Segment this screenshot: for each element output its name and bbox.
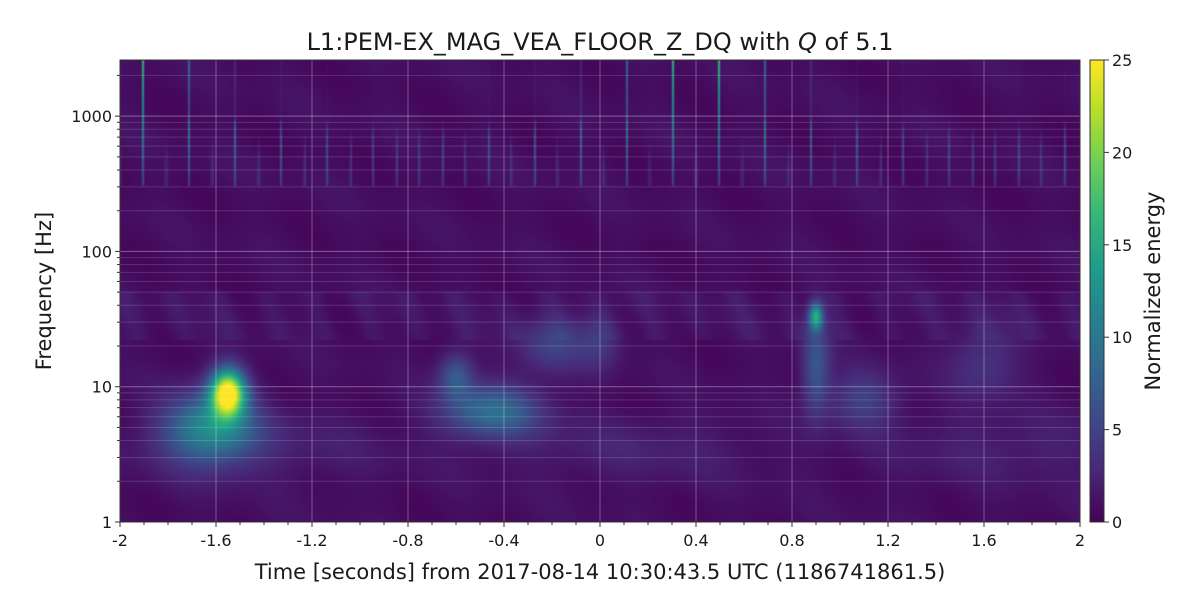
colorbar-tick-label: 20 (1112, 143, 1132, 162)
x-tick-label: -0.8 (392, 531, 423, 550)
chart-title: L1:PEM-EX_MAG_VEA_FLOOR_Z_DQ with Q of 5… (307, 28, 894, 56)
x-axis: -2 -1.6 -1.2 -0.8 -0.4 0 0.4 0.8 1.2 1.6 2 (112, 522, 1085, 550)
y-tick-label: 100 (81, 242, 112, 261)
colorbar-tick-label: 10 (1112, 328, 1132, 347)
y-axis: 1 10 100 1000 (71, 74, 120, 532)
x-tick-label: 0.8 (779, 531, 804, 550)
colorbar-tick-label: 5 (1112, 421, 1122, 440)
colorbar-bar (1090, 60, 1104, 522)
colorbar-tick-label: 15 (1112, 236, 1132, 255)
x-tick-label: 1.6 (971, 531, 996, 550)
colorbar: 0 5 10 15 20 25 (1089, 51, 1132, 532)
plot-area (120, 60, 1080, 522)
x-tick-label: 0.4 (683, 531, 708, 550)
x-tick-label: 0 (595, 531, 605, 550)
x-tick-label: -1.2 (296, 531, 327, 550)
x-tick-label: 1.2 (875, 531, 900, 550)
x-tick-label: -2 (112, 531, 128, 550)
colorbar-axis: 0 5 10 15 20 25 (1104, 51, 1132, 532)
y-tick-label: 1000 (71, 107, 112, 126)
y-tick-label: 1 (102, 513, 112, 532)
x-tick-label: -0.4 (488, 531, 519, 550)
x-tick-label: 2 (1075, 531, 1085, 550)
x-axis-label: Time [seconds] from 2017-08-14 10:30:43.… (254, 560, 946, 584)
spectrogram-figure: L1:PEM-EX_MAG_VEA_FLOOR_Z_DQ with Q of 5… (32, 28, 1165, 584)
x-tick-label: -1.6 (200, 531, 231, 550)
colorbar-label: Normalized energy (1141, 192, 1165, 391)
colorbar-tick-label: 0 (1112, 513, 1122, 532)
y-axis-label: Frequency [Hz] (32, 212, 56, 370)
colorbar-tick-label: 25 (1112, 51, 1132, 70)
title-q-symbol: Q (798, 28, 817, 56)
y-tick-label: 10 (92, 378, 112, 397)
